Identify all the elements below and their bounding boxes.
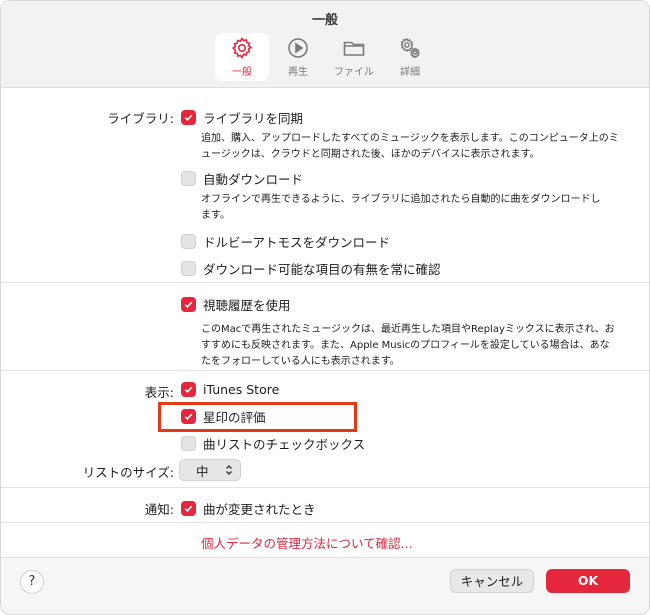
song-change-notification-checkbox[interactable]: 曲が変更されたとき xyxy=(181,499,316,518)
list-size-value: 中 xyxy=(196,463,209,479)
checkbox-unchecked[interactable] xyxy=(181,436,196,451)
cancel-button[interactable]: キャンセル xyxy=(450,569,534,593)
checkbox-unchecked[interactable] xyxy=(181,171,196,186)
ok-button[interactable]: OK xyxy=(546,569,630,593)
itunes-store-label: iTunes Store xyxy=(203,382,280,397)
auto-download-desc-line-2: ます。 xyxy=(201,210,230,221)
auto-download-description: オフラインで再生できるように、ライブラリに追加されたら自動的に曲をダウンロードし… xyxy=(201,192,601,224)
listening-history-label: 視聴履歴を使用 xyxy=(203,298,291,313)
tab-playback[interactable]: 再生 xyxy=(271,33,325,81)
play-icon xyxy=(288,38,308,58)
divider xyxy=(1,282,649,283)
tab-general-label: 一般 xyxy=(232,67,252,78)
library-section-label: ライブラリ: xyxy=(107,111,174,126)
tab-files[interactable]: ファイル xyxy=(327,33,381,81)
dolby-atmos-label: ドルビーアトモスをダウンロード xyxy=(203,235,391,250)
up-down-chevron-icon xyxy=(226,465,232,475)
folder-icon xyxy=(343,41,365,56)
listening-history-checkbox[interactable]: 視聴履歴を使用 xyxy=(181,295,291,314)
privacy-link[interactable]: 個人データの管理方法について確認... xyxy=(201,533,413,552)
gear-icon xyxy=(231,37,253,60)
sync-library-label: ライブラリを同期 xyxy=(203,111,304,126)
checkbox-checked[interactable] xyxy=(181,297,196,312)
itunes-store-checkbox[interactable]: iTunes Store xyxy=(181,382,279,397)
checkbox-unchecked[interactable] xyxy=(181,234,196,249)
notifications-section-label: 通知: xyxy=(144,502,174,517)
checkbox-checked[interactable] xyxy=(181,501,196,516)
song-change-notification-label: 曲が変更されたとき xyxy=(203,502,316,517)
sync-library-description: 追加、購入、アップロードしたすべてのミュージックを表示します。このコンピュータ上… xyxy=(201,131,619,163)
sync-desc-line-1: 追加、購入、アップロードしたすべてのミュージックを表示します。このコンピュータ上… xyxy=(201,133,619,144)
song-list-checkboxes-label: 曲リストのチェックボックス xyxy=(203,437,366,452)
display-section-label: 表示: xyxy=(144,385,174,400)
history-desc-line-3: たをフォローしている人にも表示されます。 xyxy=(201,356,400,367)
always-check-downloads-label: ダウンロード可能な項目の有無を常に確認 xyxy=(203,262,441,277)
toolbar: 一般 一般 再生 ファイル 詳細 xyxy=(1,1,649,88)
divider xyxy=(1,487,649,488)
tab-advanced-label: 詳細 xyxy=(400,67,420,78)
divider xyxy=(1,522,649,523)
list-size-popup[interactable]: 中 xyxy=(179,459,241,481)
gears-icon xyxy=(400,37,420,59)
list-size-label: リストのサイズ: xyxy=(82,465,174,480)
auto-download-checkbox[interactable]: 自動ダウンロード xyxy=(181,169,303,188)
settings-pane: ライブラリ: ライブラリを同期 追加、購入、アップロードしたすべてのミュージック… xyxy=(1,88,649,556)
footer: ? キャンセル OK xyxy=(1,557,649,614)
preferences-window: 一般 一般 再生 ファイル 詳細 ライブラリ: ライブラリを同期 追加、購入、ア… xyxy=(0,0,650,615)
song-list-checkboxes-checkbox[interactable]: 曲リストのチェックボックス xyxy=(181,434,365,453)
checkbox-unchecked[interactable] xyxy=(181,261,196,276)
help-button[interactable]: ? xyxy=(20,570,44,594)
checkbox-checked[interactable] xyxy=(181,382,196,397)
auto-download-desc-line-1: オフラインで再生できるように、ライブラリに追加されたら自動的に曲をダウンロードし xyxy=(201,194,601,205)
dolby-atmos-checkbox[interactable]: ドルビーアトモスをダウンロード xyxy=(181,232,390,251)
tab-general[interactable]: 一般 xyxy=(215,33,269,81)
tab-playback-label: 再生 xyxy=(288,67,308,78)
history-desc-line-2: すすめにも反映されます。また、Apple Musicのプロフィールを設定している… xyxy=(201,340,610,351)
always-check-downloads-checkbox[interactable]: ダウンロード可能な項目の有無を常に確認 xyxy=(181,259,441,278)
tab-advanced[interactable]: 詳細 xyxy=(383,33,437,81)
sync-library-checkbox[interactable]: ライブラリを同期 xyxy=(181,108,303,127)
history-desc-line-1: このMacで再生されたミュージックは、最近再生した項目やReplayミックスに表… xyxy=(201,324,615,335)
checkbox-checked[interactable] xyxy=(181,110,196,125)
listening-history-description: このMacで再生されたミュージックは、最近再生した項目やReplayミックスに表… xyxy=(201,322,615,370)
window-title: 一般 xyxy=(311,13,338,28)
divider xyxy=(1,370,649,371)
auto-download-label: 自動ダウンロード xyxy=(203,172,304,187)
sync-desc-line-2: ュージックは、クラウドと同期された後、ほかのデバイスに表示されます。 xyxy=(201,149,540,160)
highlight-box xyxy=(158,402,357,432)
tab-files-label: ファイル xyxy=(334,67,374,78)
